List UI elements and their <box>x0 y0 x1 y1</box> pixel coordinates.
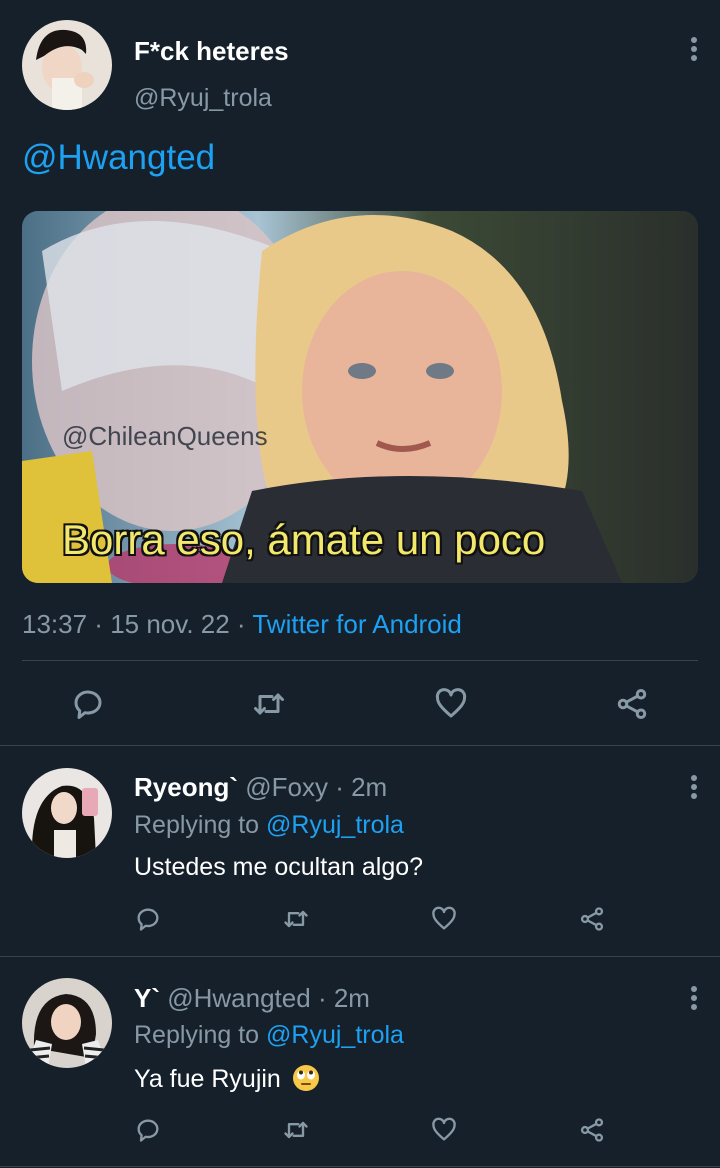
reply-text: Ustedes me ocultan algo? <box>134 853 424 881</box>
reply-header: Ryeong` @Foxy · 2m <box>134 772 387 803</box>
tweet-media-image[interactable]: @ChileanQueens Borra eso, ámate un poco <box>22 211 698 583</box>
bottom-divider <box>0 1166 720 1167</box>
more-options-icon[interactable] <box>682 772 706 802</box>
tweet-date: 15 nov. 22 <box>110 609 230 639</box>
reply-action-bar <box>134 1115 606 1145</box>
reply-time: 2m <box>333 983 370 1013</box>
author-name[interactable]: F*ck heteres <box>134 36 289 67</box>
retweet-icon[interactable] <box>282 905 310 933</box>
replying-to-line: Replying to @Ryuj_trola <box>134 811 404 840</box>
reply-action-bar <box>134 904 606 934</box>
replying-to-link[interactable]: @Ryuj_trola <box>266 1021 404 1049</box>
tweet-meta: 13:37 · 15 nov. 22 · Twitter for Android <box>22 609 462 640</box>
author-avatar[interactable] <box>22 20 112 110</box>
more-options-icon[interactable] <box>682 34 706 64</box>
replying-to-label: Replying to <box>134 1021 267 1049</box>
meta-separator: · <box>229 609 253 639</box>
meta-separator: · <box>87 609 111 639</box>
reply-icon[interactable] <box>134 1116 162 1144</box>
like-icon[interactable] <box>430 905 458 933</box>
retweet-icon[interactable] <box>282 1116 310 1144</box>
author-handle[interactable]: @Ryuj_trola <box>134 84 272 113</box>
rolling-eyes-emoji-icon <box>292 1065 319 1091</box>
tweet-time: 13:37 <box>22 609 88 639</box>
like-icon[interactable] <box>430 1116 458 1144</box>
meme-caption: Borra eso, ámate un poco <box>62 516 546 563</box>
more-options-icon[interactable] <box>682 983 706 1013</box>
reply-text-line: Ya fue Ryujin <box>134 1064 320 1094</box>
replying-to-line: Replying to @Ryuj_trola <box>134 1021 404 1050</box>
reply-author-handle[interactable]: @Hwangted <box>167 983 310 1013</box>
share-icon[interactable] <box>578 1116 606 1144</box>
reply-author-name[interactable]: Ryeong` <box>134 772 238 802</box>
replying-to-label: Replying to <box>134 811 267 839</box>
reply-time-separator: · <box>327 772 352 802</box>
meta-divider <box>22 660 698 661</box>
retweet-icon[interactable] <box>251 686 287 722</box>
reply-icon[interactable] <box>134 905 162 933</box>
reply-author-name[interactable]: Y` <box>134 983 160 1013</box>
reply-icon[interactable] <box>70 686 106 722</box>
share-icon[interactable] <box>614 686 650 722</box>
like-icon[interactable] <box>433 686 469 722</box>
share-icon[interactable] <box>578 905 606 933</box>
replying-to-link[interactable]: @Ryuj_trola <box>266 811 404 839</box>
reply-divider <box>0 956 720 957</box>
reply-avatar[interactable] <box>22 768 112 858</box>
meme-watermark: @ChileanQueens <box>62 421 268 451</box>
reply-header: Y` @Hwangted · 2m <box>134 983 370 1014</box>
main-action-bar <box>70 684 650 724</box>
reply-avatar[interactable] <box>22 978 112 1068</box>
reply-time-separator: · <box>310 983 334 1013</box>
tweet-mention-link[interactable]: @Hwangted <box>22 138 215 178</box>
tweet-source-link[interactable]: Twitter for Android <box>252 609 462 639</box>
reply-text: Ya fue Ryujin <box>134 1065 281 1093</box>
reply-time: 2m <box>351 772 388 802</box>
tweet-divider <box>0 745 720 746</box>
reply-author-handle[interactable]: @Foxy <box>245 772 328 802</box>
